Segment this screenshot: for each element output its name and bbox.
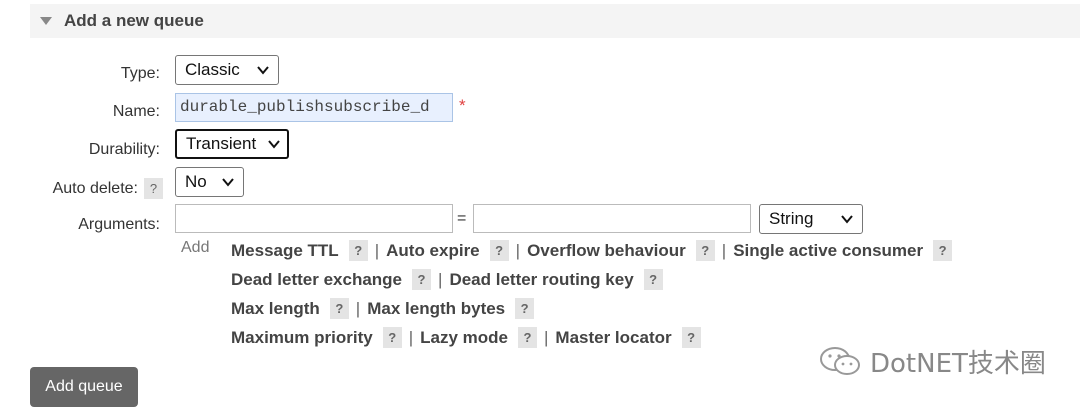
shortcut-max-length[interactable]: Max length (231, 299, 320, 318)
shortcut-dead-letter-exchange[interactable]: Dead letter exchange (231, 270, 402, 289)
help-icon[interactable]: ? (695, 240, 715, 261)
help-icon[interactable]: ? (681, 327, 701, 348)
auto-delete-select-value: No (185, 172, 207, 191)
argument-type-select-value: String (769, 209, 814, 228)
shortcut-overflow-behaviour[interactable]: Overflow behaviour (527, 241, 686, 260)
add-argument-label: Add (181, 239, 210, 256)
section-title: Add a new queue (64, 11, 204, 30)
watermark: DotNET技术圈 (818, 344, 1046, 379)
watermark-text: DotNET技术圈 (870, 348, 1046, 379)
shortcut-row: Max length? | Max length bytes? (231, 298, 535, 319)
help-icon[interactable]: ? (933, 240, 953, 261)
durability-select-value: Transient (186, 134, 257, 153)
durability-label: Durability: (88, 141, 160, 158)
help-icon[interactable]: ? (348, 240, 368, 261)
shortcut-row: Dead letter exchange? | Dead letter routin… (231, 269, 663, 290)
shortcut-lazy-mode[interactable]: Lazy mode (420, 328, 508, 347)
add-queue-section-header[interactable]: Add a new queue (30, 4, 1080, 38)
name-input[interactable]: durable_publishsubscribe_d (175, 93, 453, 122)
wechat-icon (820, 347, 860, 375)
shortcut-auto-expire[interactable]: Auto expire (386, 241, 480, 260)
chevron-down-icon (222, 178, 234, 187)
argument-type-select[interactable]: String (759, 204, 863, 234)
arguments-label: Arguments: (78, 216, 160, 233)
add-queue-button[interactable]: Add queue (30, 367, 138, 407)
shortcut-dead-letter-routing-key[interactable]: Dead letter routing key (449, 270, 633, 289)
collapse-triangle-icon (40, 17, 52, 25)
shortcut-row: Message TTL? | Auto expire? | Overflow behav… (231, 240, 953, 261)
help-icon[interactable]: ? (517, 327, 537, 348)
arguments-equals-sign: = (457, 210, 467, 227)
chevron-down-icon (841, 215, 853, 224)
shortcut-max-length-bytes[interactable]: Max length bytes (367, 299, 505, 318)
help-icon[interactable]: ? (643, 269, 663, 290)
shortcut-master-locator[interactable]: Master locator (555, 328, 671, 347)
auto-delete-label: Auto delete: (52, 179, 138, 197)
shortcut-maximum-priority[interactable]: Maximum priority (231, 328, 373, 347)
help-icon[interactable]: ? (489, 240, 509, 261)
type-label: Type: (120, 65, 160, 82)
argument-value-input[interactable] (473, 204, 751, 233)
type-select[interactable]: Classic (175, 55, 279, 85)
help-icon[interactable]: ? (329, 298, 349, 319)
name-label: Name: (112, 103, 160, 120)
type-select-value: Classic (185, 60, 240, 79)
chevron-down-icon (257, 66, 269, 75)
help-icon[interactable]: ? (515, 298, 535, 319)
shortcut-single-active-consumer[interactable]: Single active consumer (733, 241, 923, 260)
shortcut-message-ttl[interactable]: Message TTL (231, 241, 339, 260)
help-icon[interactable]: ? (382, 327, 402, 348)
durability-select[interactable]: Transient (175, 129, 289, 159)
auto-delete-label-group: Auto delete: ? (0, 178, 163, 199)
chevron-down-icon (268, 140, 280, 149)
argument-key-input[interactable] (175, 204, 453, 233)
auto-delete-help-icon[interactable]: ? (144, 178, 163, 199)
help-icon[interactable]: ? (412, 269, 432, 290)
auto-delete-select[interactable]: No (175, 167, 244, 197)
shortcut-row: Maximum priority? | Lazy mode? | Master loca… (231, 327, 701, 348)
required-asterisk: * (459, 96, 466, 115)
